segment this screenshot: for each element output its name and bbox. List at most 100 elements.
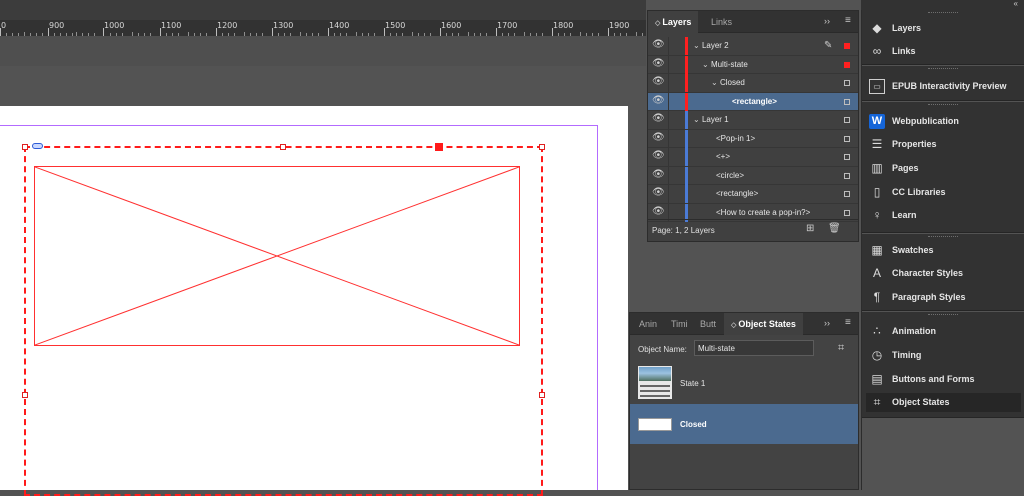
lock-column[interactable] (668, 166, 669, 185)
tab-links[interactable]: Links (704, 11, 739, 33)
lock-column[interactable] (668, 37, 669, 55)
lock-column[interactable] (668, 129, 669, 148)
grip-handle[interactable] (928, 104, 958, 106)
tab-timing[interactable]: Timi (664, 313, 695, 335)
collapse-panel-icon[interactable]: ›› (824, 16, 830, 26)
resize-handle[interactable] (280, 144, 286, 150)
state-row[interactable]: State 1 (630, 363, 858, 403)
layer-color-bar (685, 111, 688, 129)
dock-item-layers[interactable]: ◆ Layers (866, 19, 1021, 38)
lock-column[interactable] (668, 74, 669, 92)
grip-handle[interactable] (928, 314, 958, 316)
resize-handle[interactable] (22, 144, 28, 150)
resize-handle[interactable] (539, 392, 545, 398)
visibility-eye-icon[interactable]: 👁 (652, 77, 665, 87)
layer-row[interactable]: 👁 <circle> (648, 166, 858, 185)
layer-label: <circle> (716, 170, 745, 180)
visibility-eye-icon[interactable]: 👁 (652, 132, 665, 143)
state-row-selected[interactable]: Closed (630, 404, 858, 444)
visibility-eye-icon[interactable]: 👁 (652, 151, 665, 161)
lock-column[interactable] (668, 55, 669, 74)
object-name-label: Object Name: (638, 345, 687, 354)
buttons-forms-icon: ▤ (871, 372, 883, 386)
selection-square-icon[interactable] (844, 209, 850, 216)
resize-handle[interactable] (539, 144, 545, 150)
visibility-eye-icon[interactable]: 👁 (652, 206, 665, 217)
tab-layers[interactable]: ◇ Layers (648, 11, 699, 33)
dock-item-paragraph-styles[interactable]: ¶ Paragraph Styles (866, 288, 1021, 307)
layer-row[interactable]: 👁 ⌄ Layer 1 (648, 111, 858, 130)
visibility-eye-icon[interactable]: 👁 (652, 40, 665, 50)
visibility-eye-icon[interactable]: 👁 (652, 114, 665, 124)
layer-row[interactable]: 👁 ⌄ Layer 2 ✎ (648, 37, 858, 56)
visibility-eye-icon[interactable]: 👁 (652, 188, 665, 198)
animation-icon: ∴ (873, 324, 881, 338)
visibility-eye-icon[interactable]: 👁 (652, 95, 665, 106)
dock-item-buttons-forms[interactable]: ▤ Buttons and Forms (866, 370, 1021, 389)
collapse-panel-icon[interactable]: ›› (824, 318, 830, 328)
dock-item-links[interactable]: ∞ Links (866, 42, 1021, 61)
visibility-eye-icon[interactable]: 👁 (652, 169, 665, 180)
dock-item-label: Timing (892, 350, 922, 360)
layer-row[interactable]: 👁 <rectangle> (648, 185, 858, 204)
selection-square-icon[interactable] (844, 135, 850, 142)
dock-item-cc-libraries[interactable]: ▯ CC Libraries (866, 183, 1021, 202)
layer-row[interactable]: 👁 <Pop-in 1> (648, 129, 858, 148)
tab-animation[interactable]: Anin (632, 313, 664, 335)
resize-handle[interactable] (22, 392, 28, 398)
object-name-field[interactable] (694, 340, 814, 356)
layer-label: <rectangle> (716, 189, 759, 198)
layer-row[interactable]: 👁 ⌄ Multi-state (648, 55, 858, 74)
dock-item-label: Properties (892, 139, 937, 149)
lock-column[interactable] (668, 185, 669, 203)
dock-item-animation[interactable]: ∴ Animation (866, 322, 1021, 341)
new-layer-icon[interactable]: ⊞ (806, 223, 814, 234)
dock-item-character-styles[interactable]: A Character Styles (866, 264, 1021, 283)
control-strip (0, 36, 646, 66)
tab-buttons[interactable]: Butt (693, 313, 723, 335)
layer-row[interactable]: 👁 ⌄ Closed (648, 74, 858, 93)
selection-square-icon[interactable] (844, 117, 850, 123)
panel-dock: ◆ Layers ∞ Links ▭ EPUB Interactivity Pr… (861, 10, 1024, 490)
trash-icon[interactable]: 🗑 (828, 223, 841, 234)
dock-item-webpublication[interactable]: W Webpublication (866, 112, 1021, 131)
selection-square-icon[interactable] (844, 98, 850, 105)
dock-item-timing[interactable]: ◷ Timing (866, 346, 1021, 365)
grip-handle[interactable] (928, 68, 958, 70)
rectangle-frame[interactable] (34, 166, 520, 346)
convert-to-multistate-icon[interactable]: ⌗ (838, 342, 844, 355)
timing-icon: ◷ (871, 348, 883, 362)
selection-square-icon[interactable] (844, 191, 850, 197)
dock-item-object-states[interactable]: ⌗ Object States (866, 393, 1021, 412)
lock-column[interactable] (668, 148, 669, 166)
visibility-eye-icon[interactable]: 👁 (652, 58, 665, 69)
panel-menu-icon[interactable]: ≡ (845, 15, 851, 26)
dock-item-label: Animation (892, 326, 936, 336)
selection-square-icon[interactable] (844, 80, 850, 86)
selection-square-icon[interactable] (844, 154, 850, 160)
selection-square-icon[interactable] (844, 61, 850, 68)
content-grabber-icon[interactable] (32, 143, 43, 149)
dock-item-properties[interactable]: ☰ Properties (866, 135, 1021, 154)
dock-item-pages[interactable]: ▥ Pages (866, 159, 1021, 178)
horizontal-ruler[interactable]: 0 900 1000 1100 1200 1300 1400 1500 1600… (0, 0, 646, 36)
dock-item-learn[interactable]: ♀ Learn (866, 206, 1021, 225)
tab-object-states[interactable]: ◇ Object States (724, 313, 803, 335)
layer-row[interactable]: 👁 <+> (648, 148, 858, 167)
panel-menu-icon[interactable]: ≡ (845, 317, 851, 328)
lock-column[interactable] (668, 92, 669, 111)
layer-color-bar (685, 37, 688, 55)
layers-icon: ◆ (872, 21, 882, 35)
layer-row-selected[interactable]: 👁 <rectangle> (648, 92, 858, 111)
dock-item-epub-preview[interactable]: ▭ EPUB Interactivity Preview (866, 77, 1021, 96)
layer-color-bar (685, 129, 688, 148)
selection-square-icon[interactable] (844, 172, 850, 179)
grip-handle[interactable] (928, 236, 958, 238)
selection-square-icon[interactable] (844, 43, 850, 49)
lock-column[interactable] (668, 111, 669, 129)
out-port-handle[interactable] (435, 143, 443, 151)
grip-handle[interactable] (928, 12, 958, 14)
expand-dock-icon[interactable]: « (1014, 0, 1018, 8)
tab-label: Object States (738, 319, 796, 329)
dock-item-swatches[interactable]: ▦ Swatches (866, 241, 1021, 260)
